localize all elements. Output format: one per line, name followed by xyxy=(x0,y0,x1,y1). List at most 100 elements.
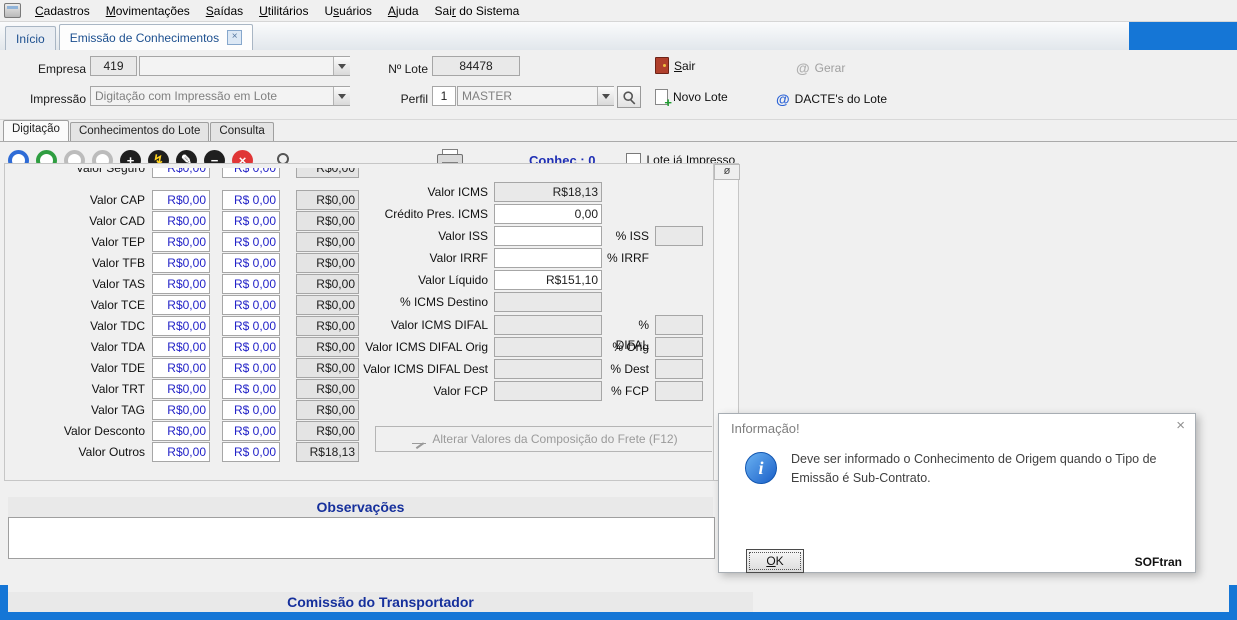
tab-emissao-de-conhecimentos[interactable]: Emissão de Conhecimentos × xyxy=(59,24,253,50)
tax-value-field xyxy=(494,315,602,335)
tax-value-field[interactable]: R$151,10 xyxy=(494,270,602,290)
tax-row: Valor IRRF% IRRF xyxy=(5,248,712,268)
tax-value-field xyxy=(494,359,602,379)
brand-label: SOFtran xyxy=(1135,555,1182,569)
search-icon xyxy=(621,89,637,105)
tax-pct-field xyxy=(655,226,703,246)
perfil-label: Perfil xyxy=(378,89,428,109)
freight-row-label: Valor Seguro xyxy=(5,168,145,178)
observacoes-header: Observações xyxy=(8,497,713,517)
menu-item-utilitarios[interactable]: Utilitários xyxy=(251,0,316,22)
dacte-label: DACTE's do Lote xyxy=(795,92,887,106)
info-icon: i xyxy=(745,452,777,484)
menu-item-saidas[interactable]: Saídas xyxy=(198,0,251,22)
novo-lote-label: Novo Lote xyxy=(673,90,728,104)
freight-value-1-field[interactable]: R$0,00 xyxy=(152,421,210,441)
sair-button[interactable]: Sair xyxy=(655,57,695,74)
perfil-combo-arrow-icon[interactable] xyxy=(597,87,614,105)
tax-row-label: % ICMS Destino xyxy=(345,292,488,312)
tax-value-field[interactable] xyxy=(494,226,602,246)
gerar-label: Gerar xyxy=(815,61,846,75)
at-sign-icon: @ xyxy=(776,91,790,107)
lote-label: Nº Lote xyxy=(378,59,428,79)
tax-value-field[interactable] xyxy=(494,248,602,268)
tax-row: % ICMS Destino xyxy=(5,292,712,312)
gerar-button: @ Gerar xyxy=(796,60,845,76)
empresa-combo[interactable] xyxy=(139,56,350,76)
freight-row-clipped: Valor Seguro R$0,00 R$ 0,00 R$0,00 xyxy=(5,168,365,178)
alter-composicao-label: Alterar Valores da Composição do Frete (… xyxy=(432,432,677,446)
freight-value-1-field[interactable]: R$0,00 xyxy=(152,400,210,420)
sub-tab-strip: DigitaçãoConhecimentos do LoteConsulta xyxy=(0,120,1237,141)
tax-pct-field xyxy=(655,315,703,335)
menu-item-cadastros[interactable]: Cadastros xyxy=(27,0,98,22)
tax-row-label: Valor Líquido xyxy=(345,270,488,290)
tax-row: Valor ISS % ISS xyxy=(5,226,712,246)
tax-pct-field xyxy=(655,337,703,357)
close-icon[interactable]: × xyxy=(1176,418,1185,433)
freight-row-label: Valor Desconto xyxy=(5,421,145,441)
tax-row: Valor ICMS DIFAL Dest % Dest xyxy=(5,359,712,379)
impressao-combo[interactable]: Digitação com Impressão em Lote xyxy=(90,86,350,106)
lote-number-field[interactable]: 84478 xyxy=(432,56,520,76)
tax-row-label: Valor IRRF xyxy=(345,248,488,268)
tax-value-field: R$18,13 xyxy=(494,182,602,202)
dacte-button[interactable]: @ DACTE's do Lote xyxy=(776,91,887,107)
menu-item-usuarios[interactable]: Usuários xyxy=(316,0,379,22)
freight-row: Valor DescontoR$0,00R$ 0,00R$0,00 xyxy=(5,421,365,441)
perfil-search-button[interactable] xyxy=(617,86,641,108)
tax-row: Valor ICMS DIFAL% DIFAL xyxy=(5,315,712,335)
freight-value-2-field[interactable]: R$ 0,00 xyxy=(222,421,280,441)
freight-row: Valor TAGR$0,00R$ 0,00R$0,00 xyxy=(5,400,365,420)
tax-row: Valor ICMS DIFAL Orig % Orig xyxy=(5,337,712,357)
freight-value-1-field[interactable]: R$0,00 xyxy=(152,168,210,178)
info-dialog: Informação! × i Deve ser informado o Con… xyxy=(718,413,1196,573)
tab-inicio[interactable]: Início xyxy=(5,26,56,50)
sair-button-label: Sair xyxy=(674,59,695,73)
empresa-label: Empresa xyxy=(8,59,86,79)
menu-item-movimentacoes[interactable]: Movimentações xyxy=(98,0,198,22)
ok-button[interactable]: OK xyxy=(746,549,804,573)
menu-item-sair-do-sistema[interactable]: Sair do Sistema xyxy=(427,0,528,22)
pencil-line-icon xyxy=(412,434,426,444)
menu-bar: CadastrosMovimentaçõesSaídasUtilitáriosU… xyxy=(0,0,1237,22)
freight-value-2-field[interactable]: R$ 0,00 xyxy=(222,400,280,420)
freight-value-3-field: R$0,00 xyxy=(296,168,359,178)
freight-row: Valor OutrosR$0,00R$ 0,00R$18,13 xyxy=(5,442,365,462)
tax-value-field[interactable]: 0,00 xyxy=(494,204,602,224)
empresa-combo-arrow-icon[interactable] xyxy=(333,57,350,75)
freight-value-1-field[interactable]: R$0,00 xyxy=(152,442,210,462)
tax-pct-label: % Dest xyxy=(602,359,649,379)
tax-row-label: Valor ICMS DIFAL xyxy=(345,315,488,335)
tab-label: Emissão de Conhecimentos xyxy=(70,27,219,49)
tax-row-label: Valor ISS xyxy=(345,226,488,246)
impressao-combo-arrow-icon[interactable] xyxy=(333,87,350,105)
comissao-panel: Comissão do Transportador xyxy=(8,585,1229,612)
freight-value-2-field[interactable]: R$ 0,00 xyxy=(222,168,280,178)
perfil-combo[interactable]: MASTER xyxy=(457,86,614,106)
tax-value-field xyxy=(494,381,602,401)
tab-close-icon[interactable]: × xyxy=(227,30,242,45)
tax-row-label: Crédito Pres. ICMS xyxy=(345,204,488,224)
subtab-conhecimentos-do-lote[interactable]: Conhecimentos do Lote xyxy=(70,122,209,141)
tax-pct-label: % ISS xyxy=(602,226,649,246)
comissao-header: Comissão do Transportador xyxy=(8,592,753,612)
exit-door-icon xyxy=(655,57,669,74)
observacoes-memo[interactable] xyxy=(8,517,715,559)
subtab-digitacao[interactable]: Digitação xyxy=(3,120,69,141)
freight-value-2-field[interactable]: R$ 0,00 xyxy=(222,442,280,462)
tax-row-label: Valor ICMS DIFAL Dest xyxy=(345,359,488,379)
subtab-consulta[interactable]: Consulta xyxy=(210,122,273,141)
tax-value-field xyxy=(494,337,602,357)
perfil-number-field[interactable]: 1 xyxy=(432,86,456,106)
tax-row-label: Valor ICMS DIFAL Orig xyxy=(345,337,488,357)
tax-row: Crédito Pres. ICMS 0,00 xyxy=(5,204,712,224)
tab-label: Início xyxy=(16,28,45,50)
at-sign-icon: @ xyxy=(796,60,810,76)
tax-pct-field xyxy=(655,381,703,401)
novo-lote-button[interactable]: Novo Lote xyxy=(655,89,728,105)
tax-row-label: Valor ICMS xyxy=(345,182,488,202)
empresa-code-field[interactable]: 419 xyxy=(90,56,137,76)
tax-pct-label: % Orig xyxy=(602,337,649,357)
menu-item-ajuda[interactable]: Ajuda xyxy=(380,0,427,22)
